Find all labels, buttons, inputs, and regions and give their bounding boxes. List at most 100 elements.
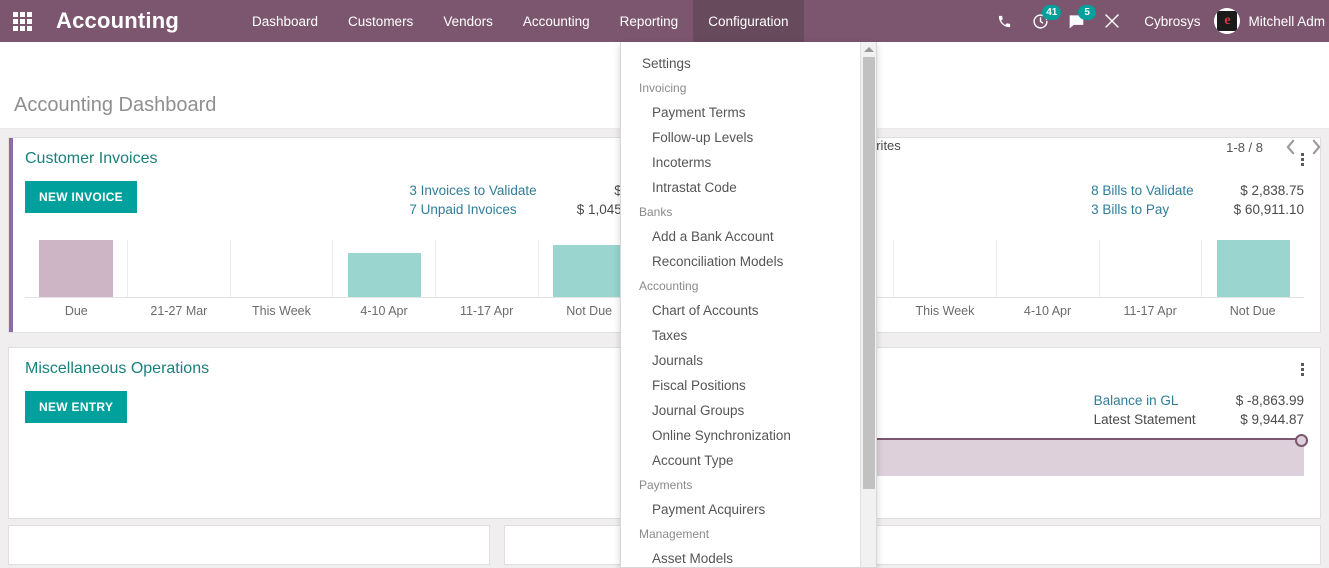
menu-section-banks: Banks [639, 205, 673, 219]
menu-tab-reporting[interactable]: Reporting [605, 0, 694, 42]
top-navbar: Accounting Dashboard Customers Vendors A… [0, 0, 1329, 42]
stat-value-balance-in-gl: $ -8,863.99 [1235, 393, 1304, 408]
pager: 1-8 / 8 [1226, 136, 1329, 158]
main-menu-tabs: Dashboard Customers Vendors Accounting R… [237, 0, 804, 42]
chart-bar [39, 240, 113, 297]
menu-item-account-type[interactable]: Account Type [621, 448, 862, 473]
menu-item-asset-models[interactable]: Asset Models [621, 546, 862, 567]
stat-value-bills-to-pay: $ 60,911.10 [1233, 202, 1304, 217]
card-partial-left[interactable] [8, 525, 490, 565]
menu-item-chart-of-accounts[interactable]: Chart of Accounts [621, 298, 862, 323]
chevron-left-icon[interactable] [1277, 136, 1303, 158]
scroll-up-arrow-icon[interactable] [861, 42, 876, 56]
chart-bar [1216, 240, 1290, 297]
menu-item-payment-terms[interactable]: Payment Terms [621, 100, 862, 125]
chart-bar [347, 252, 421, 297]
menu-section-management: Management [639, 527, 710, 541]
menu-section-accounting: Accounting [639, 279, 699, 293]
phone-icon[interactable] [986, 0, 1022, 42]
menu-section-payments: Payments [639, 478, 693, 492]
menu-tab-configuration[interactable]: Configuration [693, 0, 804, 42]
chart-x-tick: This Week [252, 304, 311, 318]
menu-tab-dashboard[interactable]: Dashboard [237, 0, 333, 42]
stat-label-bills-to-validate[interactable]: 8 Bills to Validate [1091, 181, 1194, 200]
page-title: Accounting Dashboard [14, 94, 217, 116]
avatar: e [1214, 8, 1241, 34]
pager-count: 1-8 / 8 [1226, 139, 1263, 155]
customer-invoices-aging-chart: Due 21-27 Mar This Week 4-10 Apr 11-17 A… [25, 240, 641, 319]
apps-grid-icon[interactable] [0, 0, 44, 42]
new-invoice-button[interactable]: NEW INVOICE [25, 181, 137, 213]
card-miscellaneous-operations[interactable]: Miscellaneous Operations NEW ENTRY [8, 347, 658, 519]
stat-values: $ 2,838.75 $ 60,911.10 [1234, 181, 1304, 219]
chart-bars [25, 240, 641, 298]
new-entry-button[interactable]: NEW ENTRY [25, 391, 128, 423]
chart-x-tick: 11-17 Apr [459, 304, 514, 318]
chevron-right-icon[interactable] [1303, 136, 1329, 158]
chart-x-labels: Due 21-27 Mar This Week 4-10 Apr 11-17 A… [25, 304, 641, 318]
chart-x-tick: Not Due [1229, 304, 1276, 318]
menu-section-invoicing: Invoicing [639, 81, 687, 95]
stat-labels: 3 Invoices to Validate 7 Unpaid Invoices [409, 181, 536, 219]
app-brand-title: Accounting [56, 8, 179, 33]
user-menu[interactable]: e Mitchell Adm [1214, 8, 1329, 34]
menu-item-reconciliation-models[interactable]: Reconciliation Models [621, 249, 862, 274]
dropdown-scrollbar[interactable] [860, 42, 876, 567]
stat-values: $ -8,863.99 $ 9,944.87 [1236, 391, 1304, 429]
kebab-menu-icon[interactable] [1294, 358, 1310, 380]
chart-x-tick: This Week [915, 304, 975, 318]
menu-item-online-synchronization[interactable]: Online Synchronization [621, 423, 862, 448]
menu-item-payment-acquirers[interactable]: Payment Acquirers [621, 497, 862, 522]
menu-tab-vendors[interactable]: Vendors [428, 0, 508, 42]
chart-col [995, 240, 1099, 297]
card-stats: 8 Bills to Validate 3 Bills to Pay $ 2,8… [1091, 181, 1304, 219]
stat-labels: Balance in GL Latest Statement [1094, 391, 1196, 429]
menu-item-journal-groups[interactable]: Journal Groups [621, 398, 862, 423]
chart-col [332, 240, 435, 297]
chart-col [893, 240, 996, 297]
scrollbar-thumb[interactable] [863, 57, 875, 489]
stat-value-latest-statement: $ 9,944.87 [1240, 412, 1304, 427]
menu-item-intrastat-code[interactable]: Intrastat Code [621, 175, 862, 200]
menu-tab-accounting[interactable]: Accounting [508, 0, 605, 42]
menu-item-add-a-bank-account[interactable]: Add a Bank Account [621, 224, 862, 249]
user-name-label: Mitchell Adm [1248, 13, 1325, 29]
chart-bar [553, 244, 627, 297]
activity-clock-icon[interactable]: 41 [1022, 0, 1062, 42]
card-title: Miscellaneous Operations [25, 360, 210, 377]
company-switcher[interactable]: Cybrosys [1130, 14, 1214, 29]
chart-x-tick: 4-10 Apr [360, 304, 408, 318]
menu-item-follow-up-levels[interactable]: Follow-up Levels [621, 125, 862, 150]
chart-col [126, 240, 230, 297]
menu-tab-customers[interactable]: Customers [333, 0, 428, 42]
menu-item-settings[interactable]: Settings [621, 51, 862, 76]
menu-item-fiscal-positions[interactable]: Fiscal Positions [621, 373, 862, 398]
chart-col [25, 240, 127, 297]
chart-x-tick: 4-10 Apr [1023, 304, 1072, 318]
chart-x-tick: 11-17 Apr [1123, 304, 1177, 318]
chart-col [1098, 240, 1202, 297]
chart-col [435, 240, 538, 297]
debug-tools-icon[interactable] [1094, 0, 1130, 42]
chart-x-tick: 21-27 Mar [150, 304, 208, 318]
menu-item-taxes[interactable]: Taxes [621, 323, 862, 348]
menu-item-incoterms[interactable]: Incoterms [621, 150, 862, 175]
chart-col [229, 240, 333, 297]
navbar-right-group: 41 5 Cybrosys e Mitchell Adm [986, 0, 1329, 42]
avatar-initial: e [1217, 11, 1238, 31]
stat-labels: 8 Bills to Validate 3 Bills to Pay [1091, 181, 1194, 219]
stat-label-bills-to-pay[interactable]: 3 Bills to Pay [1091, 200, 1194, 219]
stat-label-latest-statement: Latest Statement [1093, 412, 1196, 427]
messages-icon[interactable]: 5 [1058, 0, 1097, 42]
card-stats: 3 Invoices to Validate 7 Unpaid Invoices… [409, 181, 640, 219]
configuration-dropdown-menu: Settings Invoicing Payment Terms Follow-… [620, 42, 877, 568]
stat-label-invoices-to-validate[interactable]: 3 Invoices to Validate [409, 181, 536, 200]
stat-value-bills-to-validate: $ 2,838.75 [1240, 183, 1304, 198]
chart-x-tick: Due [64, 304, 88, 318]
chart-col [1201, 240, 1304, 297]
stat-label-balance-in-gl[interactable]: Balance in GL [1094, 391, 1196, 410]
stat-label-unpaid-invoices[interactable]: 7 Unpaid Invoices [409, 200, 536, 219]
dropdown-scroll-area: Settings Invoicing Payment Terms Follow-… [621, 42, 862, 567]
card-stats: Balance in GL Latest Statement $ -8,863.… [1094, 391, 1304, 429]
menu-item-journals[interactable]: Journals [621, 348, 862, 373]
